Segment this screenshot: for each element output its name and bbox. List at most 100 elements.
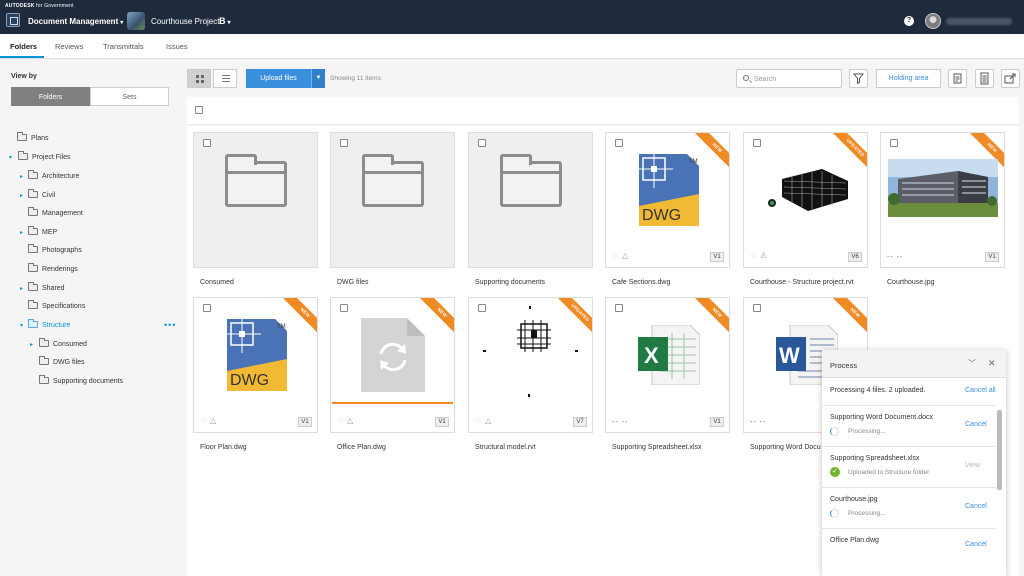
collapse-icon[interactable]: ▾	[20, 320, 23, 332]
view-folders-toggle[interactable]: Folders	[11, 87, 90, 106]
expand-icon[interactable]: ▸	[20, 171, 23, 183]
expand-icon[interactable]: ▸	[20, 283, 23, 295]
tab-bar: Folders Reviews Transmittals Issues	[0, 34, 1024, 59]
tree-item-supporting-documents[interactable]: Supporting documents	[39, 375, 123, 388]
tree-item-photographs[interactable]: Photographs	[28, 244, 82, 257]
grid-view-button[interactable]	[187, 69, 211, 88]
expand-icon[interactable]: ▸	[20, 190, 23, 202]
item-name[interactable]: Consumed	[200, 279, 234, 286]
folder-card[interactable]: Consumed	[193, 132, 318, 286]
process-state: Processing...	[848, 428, 886, 435]
cancel-button[interactable]: Cancel	[965, 421, 987, 428]
upload-dropdown-button[interactable]: ▼	[311, 69, 325, 88]
tree-item-architecture[interactable]: Architecture	[28, 170, 79, 183]
select-all-checkbox[interactable]	[195, 106, 203, 114]
tree-item-specifications[interactable]: Specifications	[28, 300, 85, 313]
app-switcher[interactable]: Document Management ▾	[28, 17, 123, 26]
tree-label: DWG files	[53, 359, 85, 366]
collapse-icon[interactable]: ▾	[9, 152, 12, 164]
project-name[interactable]: Courthouse Project	[151, 17, 219, 26]
avatar[interactable]	[925, 13, 941, 29]
collapse-icon[interactable]: ﹀	[968, 358, 976, 369]
scrollbar[interactable]	[997, 410, 1002, 490]
project-switcher[interactable]: B ▾	[219, 16, 231, 26]
more-options-icon[interactable]: •••	[164, 321, 176, 330]
tree-item-project-files[interactable]: Project Files	[18, 151, 71, 164]
file-card[interactable]: NEW ◌ △ V1 Office Plan.dwg	[330, 297, 455, 451]
item-name[interactable]: Office Plan.dwg	[337, 444, 386, 451]
tree-item-structure[interactable]: Structure	[28, 319, 70, 332]
item-name[interactable]: Floor Plan.dwg	[200, 444, 247, 451]
version-badge[interactable]: V1	[298, 417, 312, 427]
item-checkbox[interactable]	[203, 139, 211, 147]
item-name[interactable]: Courthouse.jpg	[887, 279, 934, 286]
item-checkbox[interactable]	[753, 139, 761, 147]
view-sets-toggle[interactable]: Sets	[90, 87, 169, 106]
file-card[interactable]: UPDATED ◌ ⚠ V6 Courthouse - Structure pr…	[743, 132, 868, 286]
search-input[interactable]	[754, 73, 834, 85]
file-card[interactable]: NEW -- -- V1 Courthouse.jpg	[880, 132, 1005, 286]
tree-item-plans[interactable]: Plans	[17, 132, 49, 145]
item-checkbox[interactable]	[890, 139, 898, 147]
cancel-button[interactable]: Cancel	[965, 541, 987, 548]
folder-card[interactable]: Supporting documents	[468, 132, 593, 286]
tab-issues[interactable]: Issues	[166, 42, 188, 51]
cancel-button[interactable]: Cancel	[965, 503, 987, 510]
tree-item-shared[interactable]: Shared	[28, 282, 65, 295]
item-name[interactable]: Structural model.rvt	[475, 444, 536, 451]
item-checkbox[interactable]	[753, 304, 761, 312]
tree-item-dwg-files[interactable]: DWG files	[39, 356, 85, 369]
version-badge[interactable]: V1	[985, 252, 999, 262]
excel-file-icon: X	[638, 325, 700, 385]
tree-item-renderings[interactable]: Renderings	[28, 263, 78, 276]
item-name[interactable]: DWG files	[337, 279, 369, 286]
help-icon[interactable]: ?	[904, 16, 914, 26]
file-card[interactable]: NEW X -- -- V1 Supporting Spreadsheet.xl…	[605, 297, 730, 451]
check-icon: ✓	[830, 467, 840, 477]
item-checkbox[interactable]	[340, 304, 348, 312]
tab-folders[interactable]: Folders	[10, 42, 37, 51]
view-button[interactable]: View	[965, 462, 980, 469]
user-name-blurred[interactable]	[946, 18, 1012, 25]
holding-area-button[interactable]: Holding area	[876, 69, 941, 88]
cancel-all-button[interactable]: Cancel all	[965, 387, 996, 394]
tree-label: Consumed	[53, 341, 87, 348]
document-management-icon[interactable]	[6, 13, 20, 27]
item-checkbox[interactable]	[615, 139, 623, 147]
filter-button[interactable]	[849, 69, 868, 88]
tab-transmittals[interactable]: Transmittals	[103, 42, 144, 51]
upload-files-button[interactable]: Upload files	[246, 69, 311, 88]
item-checkbox[interactable]	[203, 304, 211, 312]
list-view-button[interactable]	[213, 69, 237, 88]
tree-item-civil[interactable]: Civil	[28, 189, 55, 202]
item-name[interactable]: Supporting documents	[475, 279, 545, 286]
expand-icon[interactable]: ▸	[30, 339, 33, 351]
chevron-down-icon: ▾	[120, 20, 124, 26]
share-button[interactable]	[1001, 69, 1020, 88]
item-name[interactable]: Supporting Spreadsheet.xlsx	[612, 444, 702, 451]
export-button[interactable]	[948, 69, 967, 88]
version-badge[interactable]: V6	[848, 252, 862, 262]
file-card[interactable]: NEW TM DWG ◌ △ V1 Floor Plan.dwg	[193, 297, 318, 451]
item-checkbox[interactable]	[478, 139, 486, 147]
item-checkbox[interactable]	[615, 304, 623, 312]
item-checkbox[interactable]	[340, 139, 348, 147]
folder-card[interactable]: DWG files	[330, 132, 455, 286]
version-badge[interactable]: V1	[710, 417, 724, 427]
close-icon[interactable]: ✕	[988, 358, 996, 369]
file-card[interactable]: NEW TM DWG ◌ △ V1 Cafe Sections.dwg	[605, 132, 730, 286]
tree-item-consumed[interactable]: Consumed	[39, 338, 87, 351]
version-badge[interactable]: V1	[435, 417, 449, 427]
version-badge[interactable]: V1	[710, 252, 724, 262]
file-card[interactable]: UPDATED ◌ △ V7 Structural model.rvt	[468, 297, 593, 451]
expand-icon[interactable]: ▸	[20, 227, 23, 239]
report-button[interactable]	[975, 69, 994, 88]
tab-reviews[interactable]: Reviews	[55, 42, 83, 51]
item-name[interactable]: Courthouse - Structure project.rvt	[750, 279, 854, 286]
tree-item-management[interactable]: Management	[28, 207, 83, 220]
project-thumbnail[interactable]	[127, 12, 145, 30]
version-badge[interactable]: V7	[573, 417, 587, 427]
item-name[interactable]: Supporting Word Docu	[750, 444, 821, 451]
tree-item-mep[interactable]: MEP	[28, 226, 57, 239]
item-name[interactable]: Cafe Sections.dwg	[612, 279, 670, 286]
